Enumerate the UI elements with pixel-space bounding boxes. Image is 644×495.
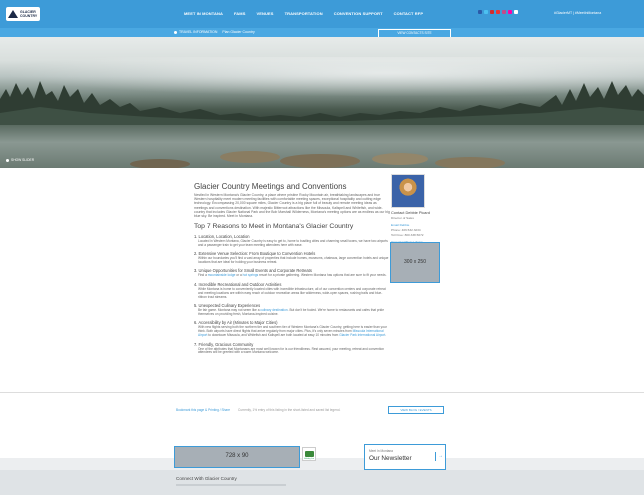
reasons-list: 1. Location, Location, Location Located … [194, 234, 390, 356]
list-item: 6. Accessibility by Air (Minutes to Majo… [194, 320, 390, 338]
holiday-inn-icon [305, 451, 314, 457]
logo-text: GLACIER COUNTRY [20, 10, 38, 18]
glacier-airport-link[interactable]: Glacier Park International Airport [339, 333, 385, 337]
twitter-icon[interactable] [484, 10, 488, 14]
newsletter-signup[interactable]: Meet In Montana Our Newsletter → [364, 444, 446, 470]
show-slider-label: SHOW SLIDER [11, 158, 35, 162]
list-item: 1. Location, Location, Location Located … [194, 234, 390, 248]
river-rocks [130, 151, 505, 168]
top-navigation-bar: GLACIER COUNTRY MEET IN MONTANA FAMS VEN… [0, 0, 644, 28]
newsletter-title: Our Newsletter [369, 455, 412, 462]
facebook-icon[interactable] [478, 10, 482, 14]
breadcrumb-current: Plan Glacier Country [222, 30, 255, 34]
email-contact-link[interactable]: Email Debbie [391, 223, 439, 227]
youtube-icon[interactable] [496, 10, 500, 14]
breadcrumb-item[interactable]: TRAVEL INFORMATION [179, 30, 217, 34]
arrow-right-icon[interactable]: → [435, 452, 445, 461]
hero-image: SHOW SLIDER [0, 37, 644, 168]
home-icon[interactable] [174, 30, 177, 34]
hot-springs-link[interactable]: hot springs [243, 273, 259, 277]
banner-size-label: 728 x 90 [225, 453, 249, 459]
list-item: 3. Unique Opportunities for Small Events… [194, 268, 390, 278]
list-item: 7. Friendly, Gracious Community One of t… [194, 342, 390, 356]
page: GLACIER COUNTRY MEET IN MONTANA FAMS VEN… [0, 0, 644, 495]
page-title: Glacier Country Meetings and Conventions [194, 182, 347, 191]
main-content: Glacier Country Meetings and Conventions… [0, 168, 644, 398]
contact-tollfree: Toll Free: 800.338.5072 [391, 233, 424, 237]
footer: Connect With Glacier Country [0, 470, 644, 495]
mountainside-lodge-link[interactable]: mountainside lodge [208, 273, 236, 277]
email-icon[interactable] [514, 10, 518, 14]
section-heading: Top 7 Reasons to Meet in Montana's Glaci… [194, 223, 354, 231]
pinterest-icon[interactable] [490, 10, 494, 14]
banner-ad[interactable]: 728 x 90 [174, 446, 300, 468]
hashtag-text: #GlacierMT | #MeetInMontana [554, 11, 602, 15]
divider [0, 392, 644, 393]
sponsor-label: Holiday Inn [304, 458, 315, 460]
reason-text: One of the attributes that Montanans are… [198, 346, 385, 355]
contact-role: Director of Sales [391, 216, 414, 220]
ad-size-label: 300 x 250 [404, 259, 426, 265]
nav-item-meet-in-montana[interactable]: MEET IN MONTANA [184, 11, 223, 16]
reason-text: Located in Western Montana, Glacier Coun… [198, 238, 388, 247]
nav-item-convention-support[interactable]: CONVENTION SUPPORT [334, 11, 383, 16]
bookmark-note: Bookmark this page & Printing / Share Cur… [176, 408, 341, 412]
reason-text: Find a mountainside lodge or a hot sprin… [198, 273, 387, 278]
intro-paragraph: Nestled in Western Montana's Glacier Cou… [194, 193, 390, 219]
reason-text: While Montana is home to conveniently lo… [198, 286, 386, 299]
flickr-icon[interactable] [508, 10, 512, 14]
footer-title: Connect With Glacier Country [176, 476, 237, 481]
list-item: 5. Unexpected Culinary Experiences Be fa… [194, 303, 390, 317]
nav-item-fams[interactable]: FAMS [234, 11, 246, 16]
view-blog-button[interactable]: VIEW BLOG / EVENTS [388, 406, 444, 414]
bottom-strip: Bookmark this page & Printing / Share Cur… [0, 398, 644, 458]
show-slider-toggle[interactable]: SHOW SLIDER [6, 158, 34, 162]
nav-item-contact-rfp[interactable]: CONTACT RFP [394, 11, 423, 16]
contact-name: Contact Debbie Picard [391, 210, 430, 215]
holiday-inn-logo[interactable]: Holiday Inn [302, 447, 316, 461]
footer-subline [176, 484, 286, 486]
social-icons [478, 10, 518, 14]
breadcrumb: TRAVEL INFORMATION Plan Glacier Country [174, 30, 255, 34]
bookmark-share-link[interactable]: Bookmark this page & Printing / Share [176, 408, 230, 412]
mountain-logo-icon [8, 10, 18, 18]
contact-photo [391, 174, 425, 208]
article: Glacier Country Meetings and Conventions… [194, 182, 390, 355]
sidebar-ad[interactable]: 300 x 250 [390, 242, 440, 283]
instagram-icon[interactable] [502, 10, 506, 14]
reason-text: Be fair game. Montana may not seem like … [198, 307, 384, 316]
contact-phone: Phone: 406.532.3234 [391, 228, 421, 232]
site-logo[interactable]: GLACIER COUNTRY [6, 7, 40, 21]
main-nav: MEET IN MONTANA FAMS VENUES TRANSPORTATI… [184, 11, 423, 16]
reason-title: 4. Incredible Recreational and Outdoor A… [194, 281, 282, 287]
list-item: 4. Incredible Recreational and Outdoor A… [194, 282, 390, 300]
slider-icon [6, 158, 9, 162]
reason-title: 7. Friendly, Gracious Community [194, 341, 254, 347]
forest-silhouette [0, 81, 644, 127]
list-item: 2. Extensive Venue Selection: From Bouti… [194, 251, 390, 265]
reason-text: Within our boundaries you'll find a vast… [198, 256, 389, 264]
reason-text: With new flights serving both the northe… [198, 325, 387, 338]
newsletter-kicker: Meet In Montana [369, 449, 393, 453]
reason-title: 1. Location, Location, Location [194, 233, 250, 239]
nav-item-transportation[interactable]: TRANSPORTATION [285, 11, 323, 16]
sub-navigation-bar: TRAVEL INFORMATION Plan Glacier Country … [0, 28, 644, 38]
nav-item-venues[interactable]: VENUES [257, 11, 274, 16]
